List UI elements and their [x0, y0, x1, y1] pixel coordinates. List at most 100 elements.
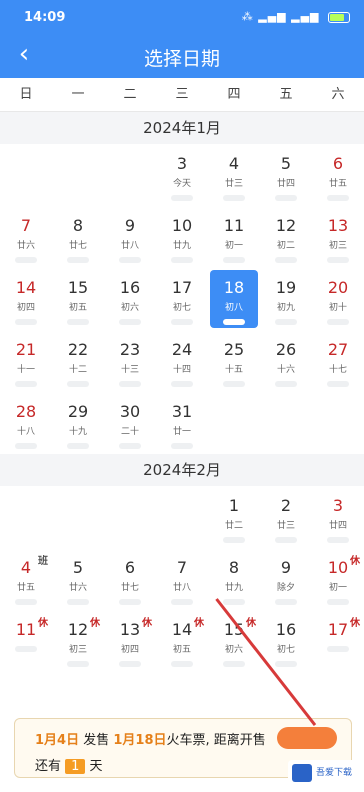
day-cell[interactable]: 30 二十 [104, 392, 156, 454]
day-cell[interactable]: 9 除夕 [260, 548, 312, 610]
day-cell[interactable]: 4 廿三 [208, 144, 260, 206]
weekday-label: 五 [279, 87, 293, 102]
day-cell[interactable]: 5 廿六 [52, 548, 104, 610]
day-cell[interactable]: 13 初三 [312, 206, 364, 268]
day-cell[interactable]: 24 十四 [156, 330, 208, 392]
day-cell[interactable]: 9 廿八 [104, 206, 156, 268]
day-cell[interactable]: 3 廿四 [312, 486, 364, 548]
day-cell[interactable]: 5 廿四 [260, 144, 312, 206]
banner-date-2: 1月18日 [113, 733, 167, 748]
month-title: 2024年2月 [0, 454, 364, 486]
calendar-scroll-area[interactable]: 2024年1月 3 今天 4 廿三 5 廿四 6 廿五 7 廿六 8 廿七 9 廿八 10 廿九 11 初一 12 初二… [0, 112, 364, 792]
day-cell[interactable]: 20 初十 [312, 268, 364, 330]
price-placeholder [275, 599, 297, 605]
month-title: 2024年1月 [0, 112, 364, 144]
price-placeholder [119, 661, 141, 667]
day-cell[interactable]: 休 17 [312, 610, 364, 672]
price-placeholder [67, 319, 89, 325]
lunar-label: 廿六 [68, 583, 87, 593]
day-cell[interactable]: 6 廿七 [104, 548, 156, 610]
day-cell[interactable]: 2 廿三 [260, 486, 312, 548]
lunar-label: 十七 [328, 365, 347, 375]
day-cell[interactable]: 18 初八 [208, 268, 260, 330]
day-cell[interactable]: 休 11 [0, 610, 52, 672]
day-cell[interactable]: 19 初九 [260, 268, 312, 330]
day-cell[interactable]: 29 十九 [52, 392, 104, 454]
day-cell[interactable]: 26 十六 [260, 330, 312, 392]
day-cell[interactable]: 12 初二 [260, 206, 312, 268]
lunar-label: 廿四 [276, 179, 295, 189]
day-number: 21 [15, 340, 37, 359]
empty-cell [0, 486, 52, 548]
price-placeholder [171, 443, 193, 449]
status-bar: 14:09 ⁂ ▂▄▆ ▂▄▆ [0, 0, 364, 36]
empty-cell [156, 486, 208, 548]
day-cell[interactable]: 27 十七 [312, 330, 364, 392]
day-cell[interactable]: 7 廿八 [156, 548, 208, 610]
day-cell[interactable]: 11 初一 [208, 206, 260, 268]
lunar-label: 十四 [172, 365, 191, 375]
day-cell[interactable]: 6 廿五 [312, 144, 364, 206]
day-cell[interactable]: 23 十三 [104, 330, 156, 392]
price-placeholder [223, 257, 245, 263]
price-placeholder [171, 319, 193, 325]
lunar-label: 初七 [276, 645, 295, 655]
day-cell[interactable]: 休 13 初四 [104, 610, 156, 672]
day-number: 31 [171, 402, 193, 421]
price-placeholder [67, 599, 89, 605]
holiday-flag: 休 [90, 618, 100, 629]
day-cell[interactable]: 3 今天 [156, 144, 208, 206]
price-placeholder [275, 537, 297, 543]
lunar-label: 十八 [16, 427, 35, 437]
price-placeholder [119, 599, 141, 605]
day-cell[interactable]: 休 14 初五 [156, 610, 208, 672]
price-placeholder [327, 319, 349, 325]
day-cell[interactable]: 8 廿七 [52, 206, 104, 268]
signal-icon: ⁂ ▂▄▆ ▂▄▆ [241, 10, 320, 23]
lunar-label: 廿五 [328, 179, 347, 189]
lunar-label: 初四 [16, 303, 35, 313]
price-placeholder [15, 381, 37, 387]
day-cell[interactable]: 25 十五 [208, 330, 260, 392]
price-placeholder [15, 646, 37, 652]
day-cell[interactable]: 14 初四 [0, 268, 52, 330]
price-placeholder [327, 257, 349, 263]
weekday-label: 四 [227, 87, 241, 102]
lunar-label: 初四 [120, 645, 139, 655]
day-number: 9 [280, 558, 292, 577]
price-placeholder [275, 195, 297, 201]
day-number: 6 [124, 558, 136, 577]
lunar-label: 廿九 [224, 583, 243, 593]
lunar-label: 初一 [224, 241, 243, 251]
page-title: 选择日期 [143, 48, 220, 70]
day-cell[interactable]: 21 十一 [0, 330, 52, 392]
empty-cell [52, 486, 104, 548]
day-cell[interactable]: 1 廿二 [208, 486, 260, 548]
price-placeholder [327, 599, 349, 605]
price-placeholder [67, 661, 89, 667]
day-number: 25 [223, 340, 245, 359]
day-cell[interactable]: 22 十二 [52, 330, 104, 392]
lunar-label: 廿七 [68, 241, 87, 251]
day-cell[interactable]: 10 廿九 [156, 206, 208, 268]
watermark-logo: 吾爱下载网 [288, 760, 358, 786]
day-cell[interactable]: 15 初五 [52, 268, 104, 330]
day-cell[interactable]: 7 廿六 [0, 206, 52, 268]
day-number: 19 [275, 278, 297, 297]
price-placeholder [223, 661, 245, 667]
day-cell[interactable]: 16 初六 [104, 268, 156, 330]
price-placeholder [119, 381, 141, 387]
day-cell[interactable]: 休 12 初三 [52, 610, 104, 672]
lunar-label: 初三 [68, 645, 87, 655]
day-number: 8 [228, 558, 240, 577]
lunar-label: 廿三 [276, 521, 295, 531]
day-number: 16 [275, 620, 297, 639]
day-cell[interactable]: 班 4 廿五 [0, 548, 52, 610]
day-cell[interactable]: 31 廿一 [156, 392, 208, 454]
day-cell[interactable]: 17 初七 [156, 268, 208, 330]
day-cell[interactable]: 28 十八 [0, 392, 52, 454]
day-cell[interactable]: 休 10 初一 [312, 548, 364, 610]
presale-button[interactable] [277, 727, 337, 749]
day-number: 7 [20, 216, 32, 235]
lunar-label: 廿二 [224, 521, 243, 531]
